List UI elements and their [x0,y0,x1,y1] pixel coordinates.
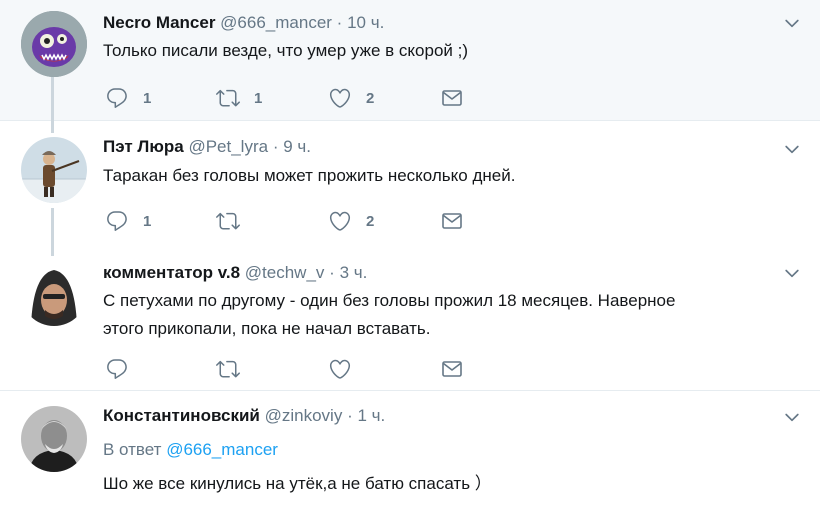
reply-prefix: В ответ [103,440,162,459]
tweet-necro-mancer[interactable]: Necro Mancer @666_mancer · 10 ч. Только … [0,0,820,121]
tweet-pet-lyura[interactable]: Пэт Люра @Pet_lyra · 9 ч. Таракан без го… [0,121,820,246]
chevron-down-icon[interactable] [782,139,802,159]
dm-icon [440,86,464,110]
tweet-header: Пэт Люра @Pet_lyra · 9 ч. [103,137,311,157]
thread-line [51,121,54,133]
author-handle[interactable]: @666_mancer [220,13,332,32]
separator-dot: · [336,13,343,32]
retweet-button[interactable]: 1 [216,86,262,110]
dm-button[interactable] [440,209,464,233]
thread-line [51,246,54,256]
dm-button[interactable] [440,357,464,381]
tweet-text: Только писали везде, что умер уже в скор… [103,41,469,60]
avatar-image [21,406,87,472]
author-name[interactable]: Константиновский [103,406,260,425]
retweet-icon [216,357,240,381]
timestamp[interactable]: 1 ч. [357,406,385,425]
thread-line [51,77,54,121]
avatar[interactable] [21,406,87,472]
reply-count: 1 [143,212,152,230]
author-handle[interactable]: @Pet_lyra [188,137,268,156]
like-button[interactable]: 2 [328,209,374,233]
tweet-header: Константиновский @zinkoviy · 1 ч. [103,406,385,426]
tweet-text: Таракан без головы может прожить несколь… [103,166,516,185]
tweet-text-line: С петухами по другому - один без головы … [103,291,676,310]
like-icon [328,357,352,381]
separator-dot: · [347,406,353,425]
reply-button[interactable] [105,357,129,381]
avatar-image [21,260,87,326]
avatar[interactable] [21,137,87,203]
reply-button[interactable]: 1 [105,86,151,110]
dm-icon [440,357,464,381]
like-icon [328,209,352,233]
reply-button[interactable]: 1 [105,209,151,233]
avatar-image [21,11,87,77]
chevron-down-icon[interactable] [782,263,802,283]
reply-to-link[interactable]: @666_mancer [166,440,278,459]
avatar[interactable] [21,260,87,326]
chevron-down-icon[interactable] [782,13,802,33]
like-button[interactable]: 2 [328,86,374,110]
retweet-count: 1 [254,89,263,107]
tweet-kommentator[interactable]: комментатор v.8 @techw_v · 3 ч. С петуха… [0,246,820,391]
like-icon [328,86,352,110]
tweet-header: комментатор v.8 @techw_v · 3 ч. [103,263,367,283]
separator-dot: · [329,263,335,282]
like-button[interactable] [328,357,352,381]
reply-icon [105,86,129,110]
author-handle[interactable]: @zinkoviy [265,406,343,425]
avatar-image [21,137,87,203]
timestamp[interactable]: 10 ч. [347,13,384,32]
dm-button[interactable] [440,86,464,110]
reply-icon [105,209,129,233]
like-count: 2 [366,89,375,107]
separator-dot: · [272,137,279,156]
tweet-text: Шо же все кинулись на утёк,а не батю спа… [103,474,492,493]
retweet-button[interactable] [216,357,240,381]
tweet-header: Necro Mancer @666_mancer · 10 ч. [103,13,384,33]
dm-icon [440,209,464,233]
retweet-icon [216,86,240,110]
tweet-text: С петухами по другому - один без головы … [103,287,783,343]
timestamp[interactable]: 3 ч. [340,263,368,282]
tweet-konstantinovskiy[interactable]: Константиновский @zinkoviy · 1 ч. В отве… [0,391,820,519]
tweet-text-line: этого прикопали, пока не начал вставать. [103,319,431,338]
thread-line [51,208,54,246]
author-name[interactable]: Пэт Люра [103,137,184,156]
author-name[interactable]: комментатор v.8 [103,263,240,282]
timestamp[interactable]: 9 ч. [283,137,311,156]
chevron-down-icon[interactable] [782,407,802,427]
reply-icon [105,357,129,381]
retweet-icon [216,209,240,233]
author-handle[interactable]: @techw_v [245,263,325,282]
reply-context: В ответ @666_mancer [103,440,278,460]
author-name[interactable]: Necro Mancer [103,13,215,32]
reply-count: 1 [143,89,152,107]
retweet-button[interactable] [216,209,240,233]
like-count: 2 [366,212,375,230]
avatar[interactable] [21,11,87,77]
